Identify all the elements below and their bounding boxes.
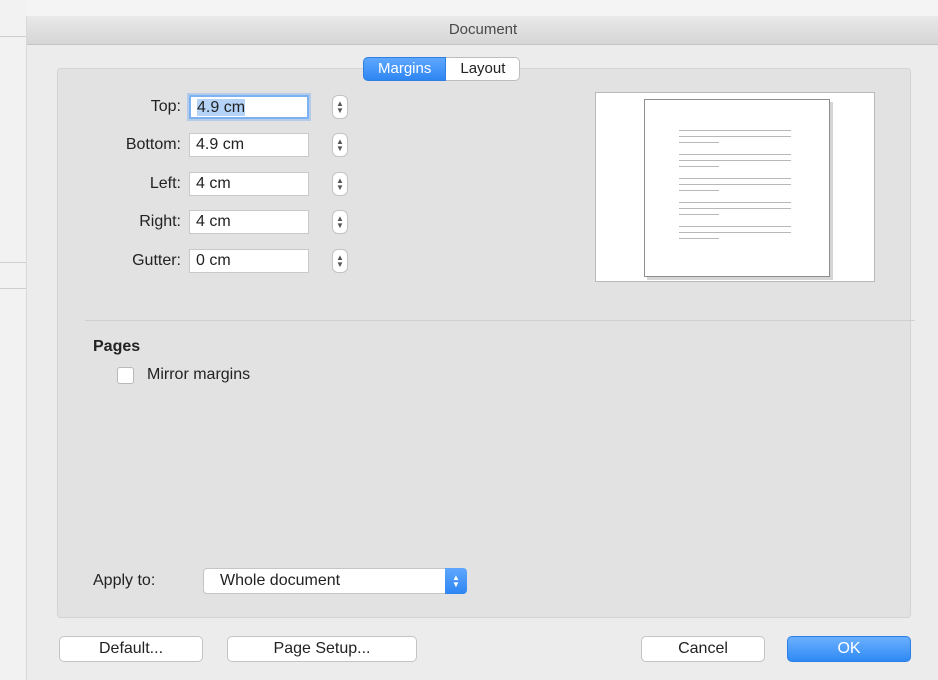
page-setup-button[interactable]: Page Setup... xyxy=(227,636,417,662)
page-preview-sheet xyxy=(644,99,830,277)
text-line xyxy=(679,202,791,203)
text-line xyxy=(679,160,791,161)
text-line xyxy=(679,226,791,227)
text-line xyxy=(679,142,719,143)
chevron-down-icon: ▼ xyxy=(336,183,344,192)
background-window-strip xyxy=(0,0,26,680)
apply-to-select[interactable]: Whole document ▲ ▼ xyxy=(203,568,467,594)
background-divider xyxy=(0,36,26,37)
window-title: Document xyxy=(27,16,938,45)
left-margin-stepper[interactable]: ▲ ▼ xyxy=(332,172,348,196)
text-line xyxy=(679,190,719,191)
right-margin-label: Right: xyxy=(139,213,181,230)
top-margin-value: 4.9 cm xyxy=(197,99,246,116)
bottom-margin-field[interactable]: 4.9 cm xyxy=(189,133,309,157)
document-dialog: Document Margins Layout Top: 4.9 cm ▲ ▼ B… xyxy=(26,16,938,680)
top-margin-field[interactable]: 4.9 cm xyxy=(189,95,309,119)
bottom-margin-row: Bottom: xyxy=(27,131,181,159)
background-divider xyxy=(0,288,26,289)
chevron-down-icon: ▼ xyxy=(336,260,344,269)
gutter-row: Gutter: xyxy=(27,247,181,275)
tab-bar: Margins Layout xyxy=(363,57,521,81)
text-line xyxy=(679,232,791,233)
text-line xyxy=(679,154,791,155)
gutter-stepper[interactable]: ▲ ▼ xyxy=(332,249,348,273)
top-margin-stepper[interactable]: ▲ ▼ xyxy=(332,95,348,119)
tab-layout[interactable]: Layout xyxy=(446,57,521,81)
text-line xyxy=(679,136,791,137)
bottom-margin-stepper[interactable]: ▲ ▼ xyxy=(332,133,348,157)
apply-to-value: Whole document xyxy=(220,572,341,589)
page-preview xyxy=(595,92,875,282)
chevron-down-icon: ▼ xyxy=(336,221,344,230)
text-line xyxy=(679,214,719,215)
right-margin-row: Right: xyxy=(27,208,181,236)
text-line xyxy=(679,208,791,209)
chevron-down-icon: ▼ xyxy=(336,106,344,115)
gutter-label: Gutter: xyxy=(132,252,181,269)
mirror-margins-label[interactable]: Mirror margins xyxy=(147,366,250,384)
default-button[interactable]: Default... xyxy=(59,636,203,662)
text-line xyxy=(679,130,791,131)
text-line xyxy=(679,166,719,167)
section-divider xyxy=(85,320,915,321)
left-margin-field[interactable]: 4 cm xyxy=(189,172,309,196)
bottom-margin-label: Bottom: xyxy=(125,136,181,153)
top-margin-row: Top: xyxy=(27,93,181,121)
left-margin-label: Left: xyxy=(149,175,181,192)
ok-button[interactable]: OK xyxy=(787,636,911,662)
left-margin-row: Left: xyxy=(27,170,181,198)
tab-margins[interactable]: Margins xyxy=(363,57,447,81)
text-line xyxy=(679,184,791,185)
right-margin-stepper[interactable]: ▲ ▼ xyxy=(332,210,348,234)
text-line xyxy=(679,238,719,239)
pages-section-title: Pages xyxy=(93,338,141,355)
apply-to-label: Apply to: xyxy=(93,572,156,589)
chevron-updown-icon: ▲ ▼ xyxy=(445,568,467,594)
gutter-field[interactable]: 0 cm xyxy=(189,249,309,273)
cancel-button[interactable]: Cancel xyxy=(641,636,765,662)
mirror-margins-checkbox[interactable] xyxy=(117,367,134,384)
text-line xyxy=(679,178,791,179)
chevron-down-icon: ▼ xyxy=(336,144,344,153)
right-margin-field[interactable]: 4 cm xyxy=(189,210,309,234)
top-margin-label: Top: xyxy=(150,98,181,115)
background-divider xyxy=(0,262,26,263)
